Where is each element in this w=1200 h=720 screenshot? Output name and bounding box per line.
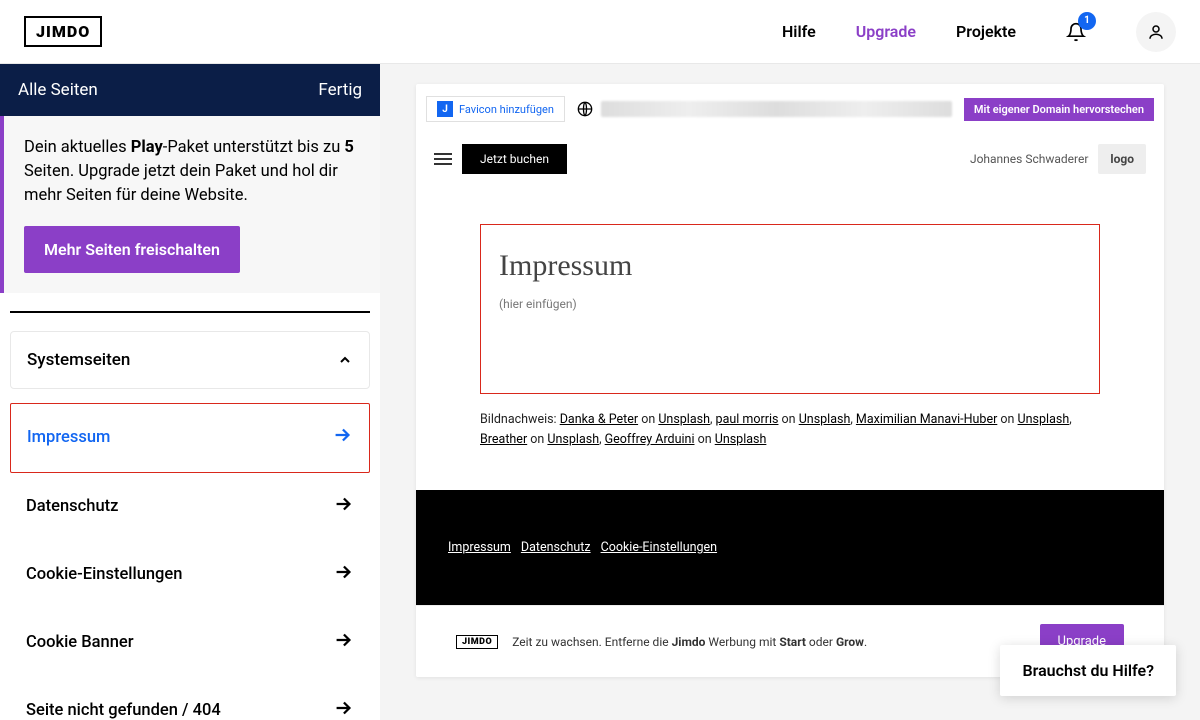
site-preview: J Favicon hinzufügen Mit eigener Domain … (416, 84, 1164, 677)
globe-icon (577, 101, 593, 117)
topbar: JIMDO Hilfe Upgrade Projekte 1 (0, 0, 1200, 64)
system-pages-toggle[interactable]: Systemseiten (10, 331, 370, 389)
add-favicon-button[interactable]: J Favicon hinzufügen (426, 96, 565, 122)
upgrade-bar-text: Zeit zu wachsen. Entferne die Jimdo Werb… (512, 635, 1025, 649)
page-item-label: Cookie-Einstellungen (26, 565, 182, 584)
notification-badge: 1 (1078, 12, 1096, 30)
page-item-impressum[interactable]: Impressum (10, 403, 370, 473)
promo-text: Dein aktuelles Play-Paket unterstützt bi… (24, 136, 360, 208)
help-widget[interactable]: Brauchst du Hilfe? (1000, 645, 1176, 696)
custom-domain-button[interactable]: Mit eigener Domain hervorstechen (964, 98, 1154, 121)
credits-prefix: Bildnachweis: (480, 412, 560, 427)
page-list: Impressum Datenschutz Cookie-Einstellungen… (10, 403, 370, 720)
preview-canvas: J Favicon hinzufügen Mit eigener Domain … (380, 64, 1200, 720)
account-button[interactable] (1136, 12, 1176, 52)
footer-link[interactable]: Datenschutz (521, 540, 591, 555)
arrow-right-icon (332, 561, 354, 589)
divider (10, 311, 370, 313)
site-owner-name: Johannes Schwaderer (970, 152, 1088, 166)
chevron-up-icon (337, 352, 353, 368)
page-item-datenschutz[interactable]: Datenschutz (10, 473, 370, 541)
book-now-button[interactable]: Jetzt buchen (462, 144, 567, 174)
nav-projects[interactable]: Projekte (956, 22, 1016, 41)
page-item-label: Cookie Banner (26, 633, 134, 652)
page-hint: (hier einfügen) (499, 297, 1081, 311)
page-item-seite-nicht-gefunden-404[interactable]: Seite nicht gefunden / 404 (10, 677, 370, 720)
page-item-label: Seite nicht gefunden / 404 (26, 701, 221, 720)
jimdo-small-logo: JIMDO (456, 635, 498, 649)
page-item-cookie-banner[interactable]: Cookie Banner (10, 609, 370, 677)
favicon-j-icon: J (437, 101, 453, 117)
arrow-right-icon (332, 493, 354, 521)
logo-placeholder[interactable]: logo (1098, 144, 1146, 174)
arrow-right-icon (331, 424, 353, 452)
sidebar-title: Alle Seiten (18, 80, 98, 100)
footer-link[interactable]: Impressum (448, 540, 511, 555)
arrow-right-icon (332, 697, 354, 720)
site-header: Jetzt buchen Johannes Schwaderer logo (416, 134, 1164, 184)
page-item-label: Datenschutz (26, 497, 118, 516)
jimdo-logo[interactable]: JIMDO (24, 16, 102, 47)
impressum-editor-block[interactable]: Impressum (hier einfügen) (480, 224, 1100, 394)
nav-help[interactable]: Hilfe (782, 22, 816, 41)
page-title: Impressum (499, 249, 1081, 283)
page-item-cookie-einstellungen[interactable]: Cookie-Einstellungen (10, 541, 370, 609)
page-item-label: Impressum (27, 428, 110, 447)
pages-sidebar: Alle Seiten Fertig Dein aktuelles Play-P… (0, 64, 380, 720)
unlock-pages-button[interactable]: Mehr Seiten freischalten (24, 226, 240, 273)
top-nav: Hilfe Upgrade Projekte 1 (782, 12, 1176, 52)
footer-link[interactable]: Cookie-Einstellungen (601, 540, 718, 555)
hamburger-icon[interactable] (434, 153, 452, 165)
upgrade-promo-card: Dein aktuelles Play-Paket unterstützt bi… (0, 116, 380, 293)
nav-upgrade[interactable]: Upgrade (856, 22, 916, 41)
image-credits: Bildnachweis: Danka & Peter on Unsplash,… (480, 410, 1100, 450)
notifications-button[interactable]: 1 (1056, 12, 1096, 52)
credits-links: Danka & Peter on Unsplash, paul morris o… (480, 412, 1072, 447)
arrow-right-icon (332, 629, 354, 657)
user-icon (1147, 23, 1165, 41)
sidebar-header: Alle Seiten Fertig (0, 64, 380, 116)
favicon-label: Favicon hinzufügen (459, 103, 554, 116)
url-placeholder (601, 101, 952, 117)
done-button[interactable]: Fertig (318, 80, 362, 100)
section-label: Systemseiten (27, 350, 130, 370)
preview-toolbar: J Favicon hinzufügen Mit eigener Domain … (416, 84, 1164, 134)
url-area (577, 101, 952, 117)
site-footer: Impressum Datenschutz Cookie-Einstellungen (416, 490, 1164, 605)
